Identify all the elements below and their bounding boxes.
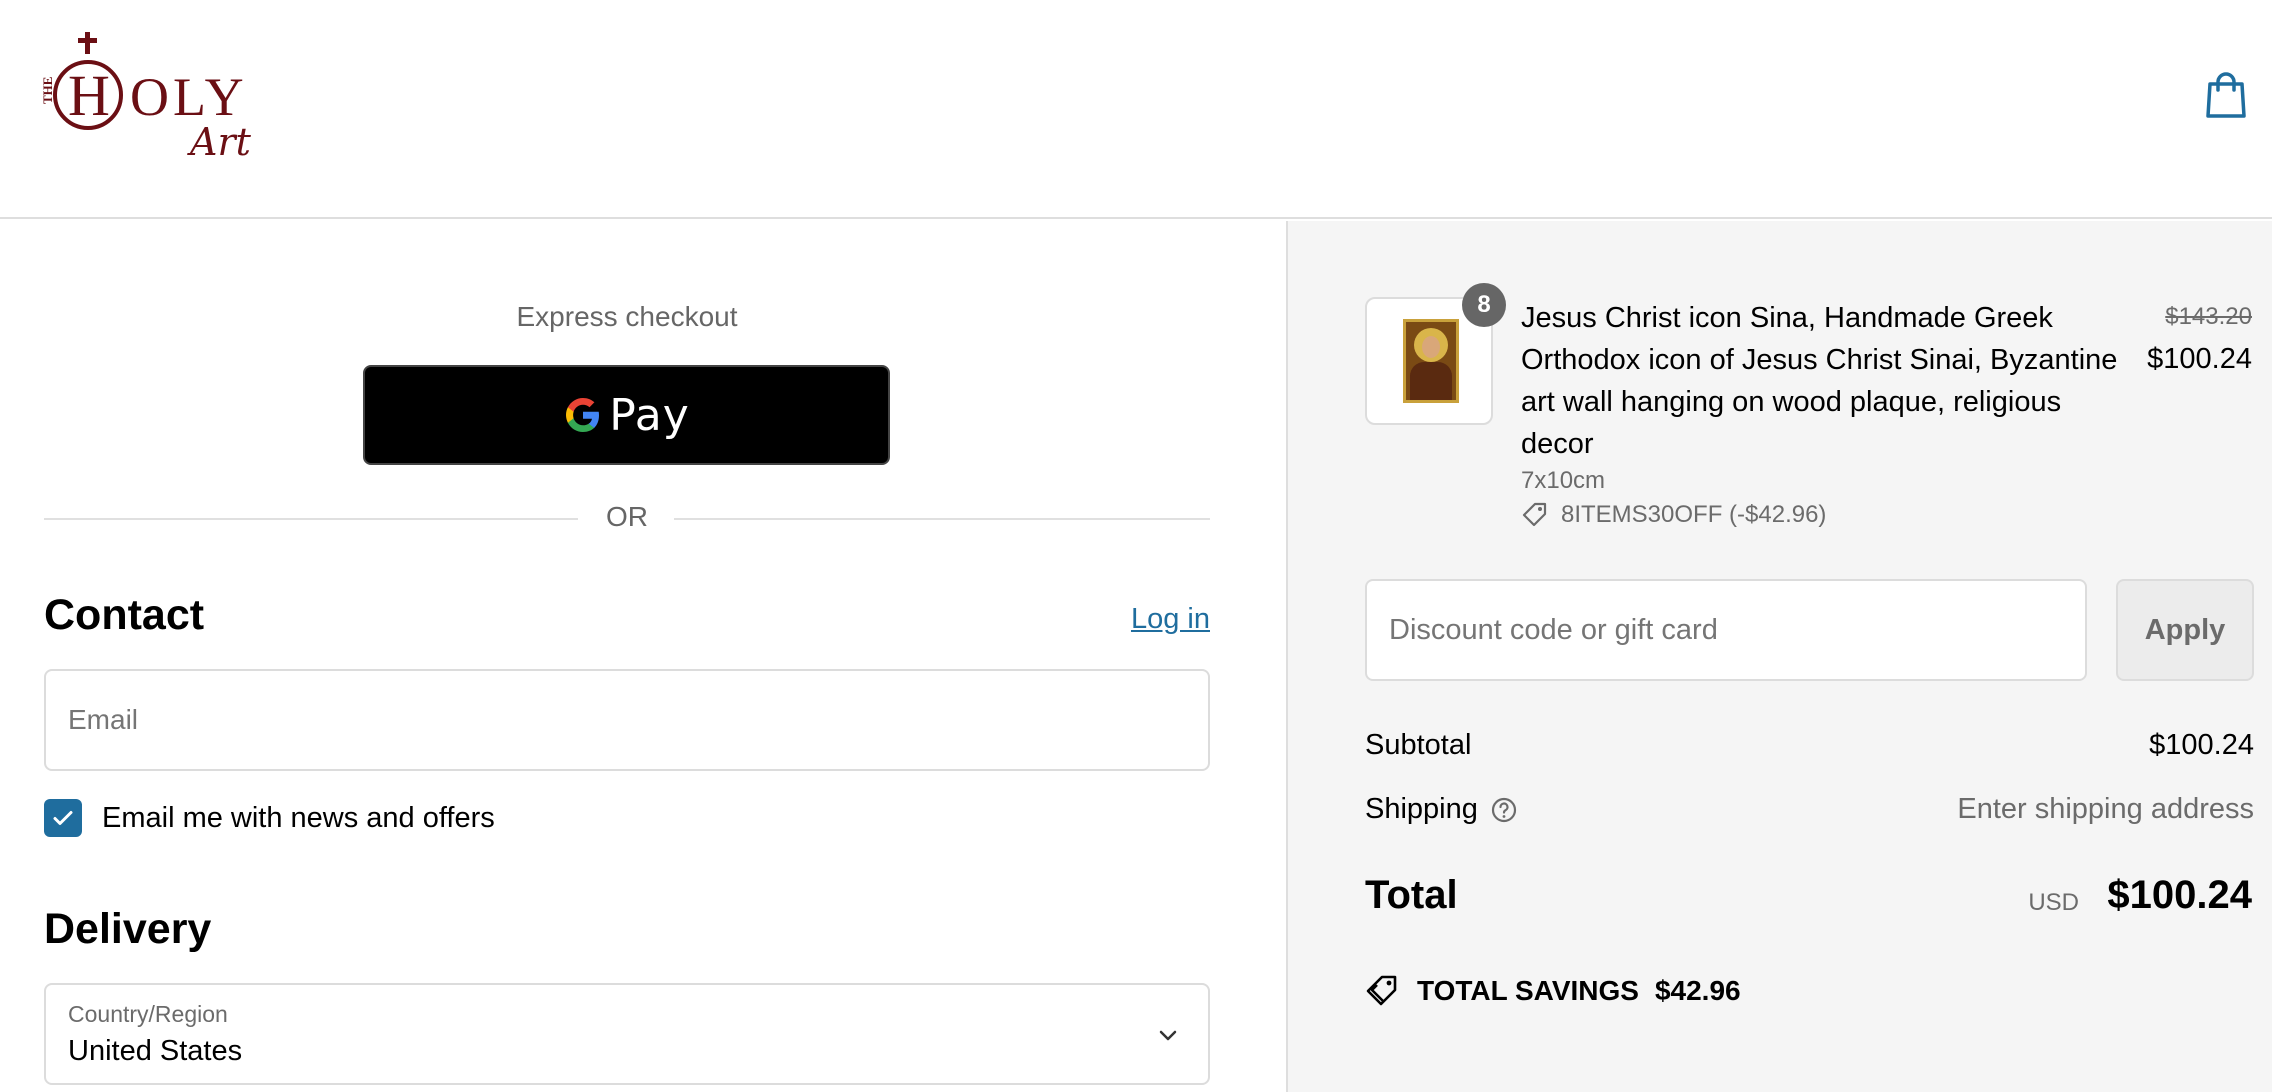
product-variant: 7x10cm xyxy=(1521,467,1606,494)
logo-word-h: H xyxy=(68,63,110,128)
login-link[interactable]: Log in xyxy=(1131,603,1210,636)
country-select[interactable]: Country/Region United States xyxy=(44,983,1210,1085)
express-checkout-label: Express checkout xyxy=(516,301,738,332)
total-label: Total xyxy=(1365,873,1458,917)
country-value: United States xyxy=(68,1035,243,1067)
total-currency: USD xyxy=(2028,889,2079,916)
or-text: OR xyxy=(606,501,648,532)
subtotal-row: Subtotal $100.24 xyxy=(1365,729,2254,769)
cart-button[interactable] xyxy=(2204,70,2248,120)
email-input[interactable] xyxy=(46,671,1208,769)
logo-word: OLY xyxy=(130,67,248,127)
product-image xyxy=(1403,319,1459,403)
subtotal-value: $100.24 xyxy=(2149,729,2254,761)
apply-button[interactable]: Apply xyxy=(2116,579,2254,681)
order-summary: 8 Jesus Christ icon Sina, Handmade Greek… xyxy=(1286,221,2272,1092)
newsletter-label: Email me with news and offers xyxy=(102,801,495,834)
discount-field[interactable] xyxy=(1365,579,2087,681)
shipping-label-group: Shipping xyxy=(1365,793,1518,826)
email-field[interactable] xyxy=(44,669,1210,771)
savings-tag-icon xyxy=(1366,975,1397,1006)
logo-the: THE xyxy=(40,77,55,104)
subtotal-label: Subtotal xyxy=(1365,729,1472,761)
tag-icon xyxy=(1522,502,1547,527)
total-savings: TOTAL SAVINGS $42.96 xyxy=(1365,973,1741,1009)
shipping-label: Shipping xyxy=(1365,793,1478,825)
header: THE H OLY Art xyxy=(0,0,2272,219)
google-g-icon xyxy=(566,398,600,432)
country-label: Country/Region xyxy=(68,1001,228,1027)
price-original: $143.20 xyxy=(2165,303,2252,330)
savings-label: TOTAL SAVINGS xyxy=(1417,975,1639,1006)
product-discount: 8ITEMS30OFF (-$42.96) xyxy=(1521,501,1826,529)
help-icon[interactable] xyxy=(1490,796,1518,824)
or-divider: OR xyxy=(44,501,1210,537)
shopping-bag-icon xyxy=(2206,72,2246,118)
discount-input[interactable] xyxy=(1367,581,2085,679)
google-pay-button[interactable]: Pay xyxy=(363,365,890,465)
chevron-down-icon xyxy=(1159,1030,1177,1041)
product-title: Jesus Christ icon Sina, Handmade Greek O… xyxy=(1521,302,2118,460)
total-value: $100.24 xyxy=(2107,873,2252,917)
quantity-badge: 8 xyxy=(1462,283,1506,327)
contact-heading: Contact xyxy=(44,591,205,639)
price-current: $100.24 xyxy=(2147,343,2252,375)
holy-art-logo[interactable]: THE H OLY Art xyxy=(40,30,280,165)
shipping-value: Enter shipping address xyxy=(1957,793,2254,825)
checkmark-icon xyxy=(53,811,73,825)
shipping-row: Shipping Enter shipping address xyxy=(1365,793,2254,833)
google-pay-label: Pay xyxy=(609,389,690,441)
delivery-heading: Delivery xyxy=(44,905,212,953)
discount-code-label: 8ITEMS30OFF (-$42.96) xyxy=(1561,501,1827,528)
checkout-form: Express checkout Pay OR Contact Log in E… xyxy=(0,221,1286,1092)
savings-value: $42.96 xyxy=(1654,975,1741,1006)
newsletter-checkbox-row[interactable]: Email me with news and offers xyxy=(44,799,495,837)
newsletter-checkbox[interactable] xyxy=(44,799,82,837)
logo-script: Art xyxy=(187,120,252,164)
